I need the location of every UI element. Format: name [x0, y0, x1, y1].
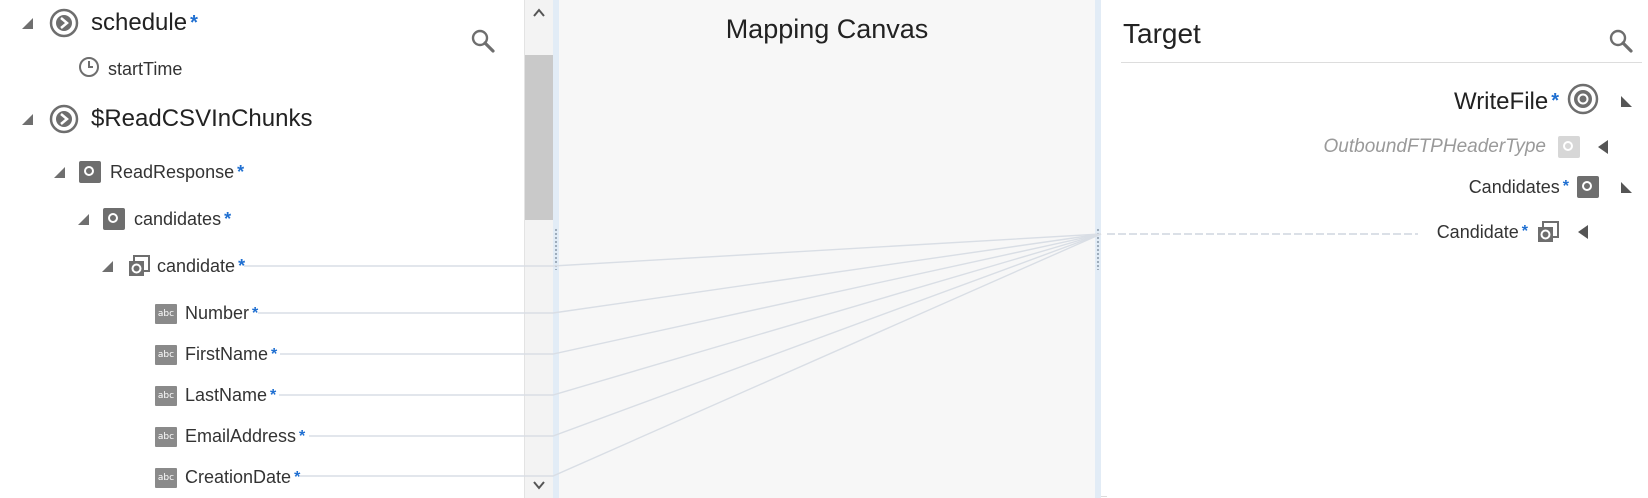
- source-search-button[interactable]: [470, 28, 496, 54]
- string-type-icon: abc: [155, 344, 177, 365]
- required-marker: *: [252, 304, 259, 322]
- tree-node-readcsvinchunks[interactable]: $ReadCSVInChunks: [22, 104, 312, 134]
- required-marker: *: [238, 255, 246, 276]
- source-panel: schedule * startTime $ReadCSVInChunks Re…: [0, 0, 524, 498]
- target-root-icon: [1567, 83, 1599, 120]
- tree-node-candidate[interactable]: candidate *: [102, 255, 245, 277]
- target-node-candidates[interactable]: Candidates *: [1469, 176, 1632, 198]
- tree-node-schedule[interactable]: schedule *: [22, 8, 198, 38]
- required-marker: *: [299, 427, 306, 445]
- expand-toggle-icon[interactable]: [102, 260, 113, 272]
- collection-icon: [1536, 221, 1560, 243]
- node-label: startTime: [108, 59, 183, 79]
- node-label: WriteFile: [1453, 87, 1549, 115]
- tree-leaf-lastname[interactable]: abc LastName *: [155, 385, 276, 406]
- node-label: Number: [185, 303, 250, 323]
- tree-node-starttime[interactable]: startTime: [78, 56, 182, 83]
- target-panel: Target WriteFile * OutboundFTPHeaderType…: [1107, 0, 1648, 498]
- message-icon: [49, 104, 79, 134]
- required-marker: *: [1551, 90, 1559, 112]
- collapse-toggle-icon[interactable]: [1578, 225, 1588, 239]
- node-label: $ReadCSVInChunks: [91, 105, 313, 132]
- tree-leaf-emailaddress[interactable]: abc EmailAddress *: [155, 426, 305, 447]
- expand-toggle-icon[interactable]: [1621, 96, 1632, 107]
- required-marker: *: [237, 161, 245, 182]
- canvas-title: Mapping Canvas: [725, 14, 929, 44]
- required-marker: *: [294, 468, 301, 486]
- object-icon: [79, 161, 101, 183]
- string-type-icon: abc: [155, 467, 177, 488]
- object-icon: [1558, 136, 1580, 158]
- tree-leaf-creationdate[interactable]: abc CreationDate *: [155, 467, 300, 488]
- search-icon: [470, 29, 496, 58]
- tree-leaf-firstname[interactable]: abc FirstName *: [155, 344, 277, 365]
- required-marker: *: [1521, 223, 1528, 240]
- scroll-thumb[interactable]: [525, 55, 554, 220]
- chevron-up-icon[interactable]: [533, 8, 545, 20]
- node-label: EmailAddress: [185, 426, 297, 446]
- required-marker: *: [190, 11, 198, 34]
- expand-toggle-icon[interactable]: [78, 213, 89, 225]
- collection-icon: [127, 255, 151, 277]
- expand-toggle-icon[interactable]: [22, 17, 33, 29]
- collapse-toggle-icon[interactable]: [1598, 140, 1608, 154]
- expand-toggle-icon[interactable]: [22, 113, 33, 125]
- node-label: candidates: [134, 208, 222, 229]
- node-label: Candidate: [1436, 221, 1519, 242]
- tree-leaf-number[interactable]: abc Number *: [155, 303, 258, 324]
- left-splitter[interactable]: [553, 0, 559, 498]
- node-label: candidate: [157, 255, 236, 276]
- tree-node-candidates[interactable]: candidates *: [78, 208, 231, 230]
- string-type-icon: abc: [155, 426, 177, 447]
- clock-icon: [78, 56, 100, 83]
- required-marker: *: [271, 345, 278, 363]
- node-label: LastName: [185, 385, 268, 405]
- source-scrollbar[interactable]: [524, 0, 554, 498]
- node-label: OutboundFTPHeaderType: [1323, 136, 1547, 157]
- target-node-writefile[interactable]: WriteFile *: [1454, 83, 1632, 120]
- target-node-candidate[interactable]: Candidate *: [1437, 221, 1588, 243]
- object-icon: [103, 208, 125, 230]
- node-label: FirstName: [185, 344, 269, 364]
- string-type-icon: abc: [155, 385, 177, 406]
- tree-node-readresponse[interactable]: ReadResponse *: [54, 161, 244, 183]
- object-icon: [1577, 176, 1599, 198]
- right-splitter[interactable]: [1095, 0, 1101, 498]
- target-header-divider: [1121, 62, 1642, 63]
- required-marker: *: [224, 208, 232, 229]
- expand-toggle-icon[interactable]: [1621, 181, 1632, 193]
- string-type-icon: abc: [155, 303, 177, 324]
- splitter-grip[interactable]: [554, 228, 558, 270]
- required-marker: *: [1562, 178, 1569, 195]
- chevron-down-icon[interactable]: [533, 480, 545, 492]
- target-search-button[interactable]: [1608, 28, 1634, 54]
- target-title: Target: [1123, 18, 1201, 49]
- node-label: ReadResponse: [110, 161, 235, 182]
- splitter-grip[interactable]: [1096, 228, 1100, 270]
- expand-toggle-icon[interactable]: [54, 166, 65, 178]
- target-node-outboundftpheadertype[interactable]: OutboundFTPHeaderType: [1323, 136, 1608, 158]
- message-icon: [49, 8, 79, 38]
- mapping-canvas[interactable]: Mapping Canvas: [553, 0, 1101, 498]
- required-marker: *: [270, 386, 277, 404]
- search-icon: [1608, 29, 1634, 58]
- node-label: Candidates: [1468, 176, 1560, 197]
- node-label: schedule: [91, 9, 188, 36]
- node-label: CreationDate: [185, 467, 292, 487]
